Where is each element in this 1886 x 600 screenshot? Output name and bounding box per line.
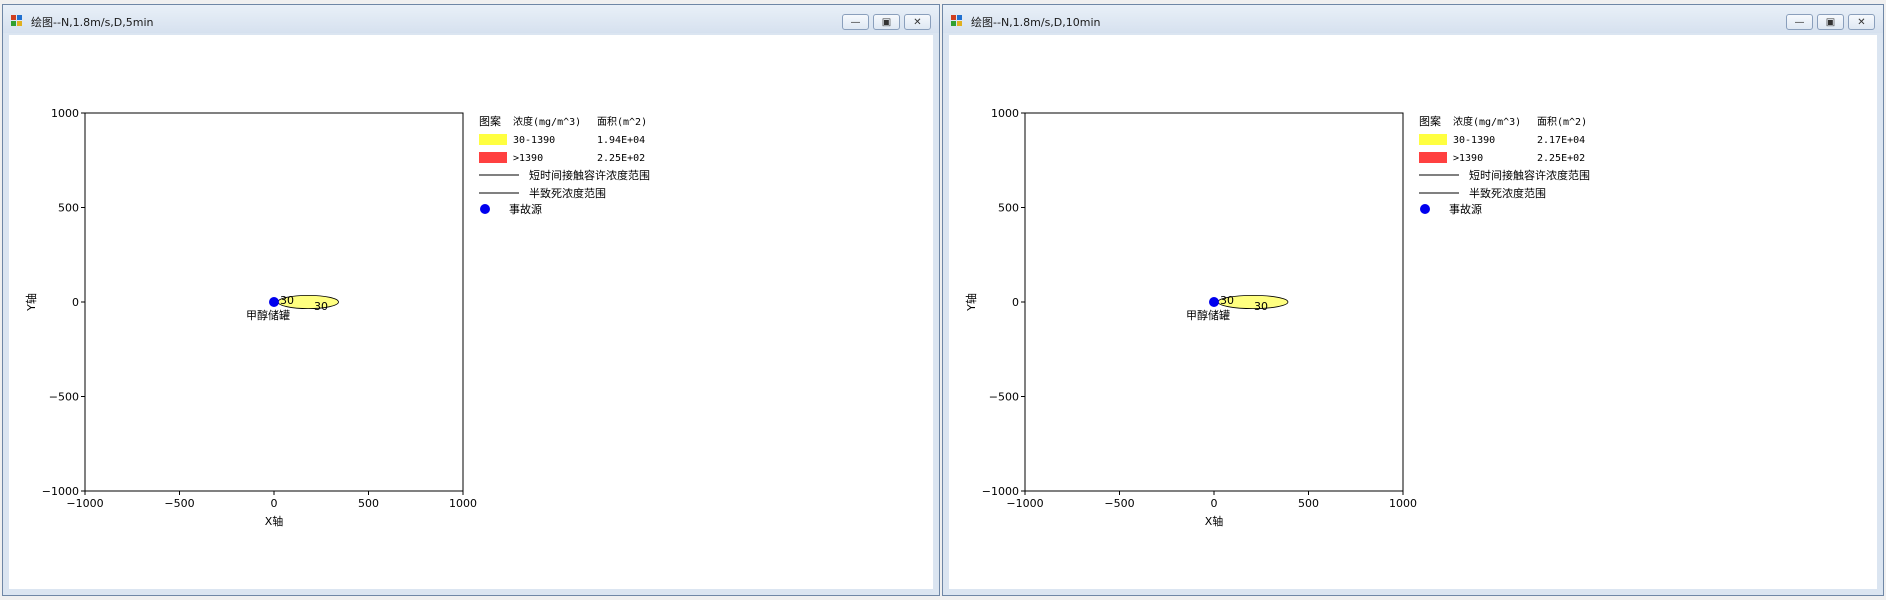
minimize-button[interactable]: — xyxy=(1786,14,1813,30)
source-label: 甲醇储罐 xyxy=(1186,308,1230,322)
plot-area: −1000 −500 0 500 1000 1000 500 0 −500 −1000 X轴 Y轴 30… xyxy=(9,35,933,589)
legend-header-concentration: 浓度(mg/m^3) xyxy=(513,115,581,128)
x-tick-label: 0 xyxy=(271,497,278,510)
close-icon: ✕ xyxy=(913,16,922,28)
legend-line-label: 短时间接触容许浓度范围 xyxy=(529,168,650,182)
x-tick-label: −1000 xyxy=(66,497,103,510)
x-tick-label: 0 xyxy=(1211,497,1218,510)
dispersion-chart: −1000 −500 0 500 1000 1000 500 0 −500 −1000 X轴 Y轴 30… xyxy=(964,107,1590,528)
minimize-icon: — xyxy=(850,16,861,28)
legend-range: 30-1390 xyxy=(513,135,555,146)
legend-header-pattern: 图案 xyxy=(1419,114,1441,128)
window-title: 绘图--N,1.8m/s,D,5min xyxy=(31,16,154,29)
y-tick-label: −1000 xyxy=(982,485,1019,498)
legend-header-area: 面积(m^2) xyxy=(1537,116,1587,128)
legend-header-concentration: 浓度(mg/m^3) xyxy=(1453,115,1521,128)
contour-label: 30 xyxy=(314,300,328,313)
x-tick-label: −1000 xyxy=(1006,497,1043,510)
minimize-button[interactable]: — xyxy=(842,14,869,30)
contour-label-inner: 30 xyxy=(1220,294,1234,307)
y-tick-label: −500 xyxy=(989,391,1019,404)
legend-line-label: 半致死浓度范围 xyxy=(529,186,606,200)
legend-area: 1.94E+04 xyxy=(597,135,645,146)
window-title: 绘图--N,1.8m/s,D,10min xyxy=(971,16,1101,29)
legend-header-pattern: 图案 xyxy=(479,114,501,128)
minimize-icon: — xyxy=(1794,16,1805,28)
legend-header-area: 面积(m^2) xyxy=(597,116,647,128)
close-button[interactable]: ✕ xyxy=(1848,14,1875,30)
contour-label-inner: 30 xyxy=(280,294,294,307)
legend-swatch xyxy=(1419,134,1447,145)
restore-icon: ▣ xyxy=(881,16,892,28)
legend-swatch xyxy=(479,134,507,145)
legend-range: >1390 xyxy=(513,153,543,164)
dispersion-chart: −1000 −500 0 500 1000 1000 500 0 −500 −1000 X轴 Y轴 30… xyxy=(24,107,650,528)
legend-area: 2.25E+02 xyxy=(1537,153,1585,164)
y-tick-label: 0 xyxy=(1012,296,1019,309)
app-icon xyxy=(951,15,963,26)
contour-label: 30 xyxy=(1254,300,1268,313)
plot-window-5min: 绘图--N,1.8m/s,D,5min — ▣ ✕ −1000 −500 0 500 1… xyxy=(2,4,940,596)
legend-area: 2.25E+02 xyxy=(597,153,645,164)
x-axis-label: X轴 xyxy=(1205,514,1224,528)
source-marker xyxy=(1209,297,1219,307)
title-bar[interactable]: 绘图--N,1.8m/s,D,10min — ▣ ✕ xyxy=(943,5,1883,33)
x-axis-label: X轴 xyxy=(265,514,284,528)
title-bar[interactable]: 绘图--N,1.8m/s,D,5min — ▣ ✕ xyxy=(3,5,939,33)
y-tick-label: 500 xyxy=(998,202,1019,215)
app-icon xyxy=(11,15,23,26)
source-label: 甲醇储罐 xyxy=(246,308,290,322)
x-tick-label: −500 xyxy=(164,497,194,510)
legend-marker-label: 事故源 xyxy=(1449,202,1482,216)
legend-range: >1390 xyxy=(1453,153,1483,164)
y-tick-label: 0 xyxy=(72,296,79,309)
y-tick-label: 1000 xyxy=(51,107,79,120)
legend-swatch xyxy=(1419,152,1447,163)
x-tick-label: 500 xyxy=(358,497,379,510)
legend-line-label: 半致死浓度范围 xyxy=(1469,186,1546,200)
legend-area: 2.17E+04 xyxy=(1537,135,1585,146)
x-tick-label: 500 xyxy=(1298,497,1319,510)
y-tick-label: 500 xyxy=(58,202,79,215)
legend-line-label: 短时间接触容许浓度范围 xyxy=(1469,168,1590,182)
plot-window-10min: 绘图--N,1.8m/s,D,10min — ▣ ✕ −1000 −500 0 500… xyxy=(942,4,1884,596)
legend-swatch xyxy=(479,152,507,163)
y-tick-label: −1000 xyxy=(42,485,79,498)
close-button[interactable]: ✕ xyxy=(904,14,931,30)
legend-marker-label: 事故源 xyxy=(509,202,542,216)
restore-icon: ▣ xyxy=(1825,16,1836,28)
plot-area: −1000 −500 0 500 1000 1000 500 0 −500 −1000 X轴 Y轴 30… xyxy=(949,35,1877,589)
restore-button[interactable]: ▣ xyxy=(1817,14,1844,30)
y-axis-label: Y轴 xyxy=(964,293,978,312)
legend-range: 30-1390 xyxy=(1453,135,1495,146)
close-icon: ✕ xyxy=(1857,16,1866,28)
x-tick-label: 1000 xyxy=(449,497,477,510)
source-marker xyxy=(269,297,279,307)
x-tick-label: −500 xyxy=(1104,497,1134,510)
x-tick-label: 1000 xyxy=(1389,497,1417,510)
legend-marker xyxy=(1420,204,1430,214)
y-tick-label: −500 xyxy=(49,391,79,404)
y-axis-label: Y轴 xyxy=(24,293,38,312)
legend-marker xyxy=(480,204,490,214)
y-tick-label: 1000 xyxy=(991,107,1019,120)
restore-button[interactable]: ▣ xyxy=(873,14,900,30)
